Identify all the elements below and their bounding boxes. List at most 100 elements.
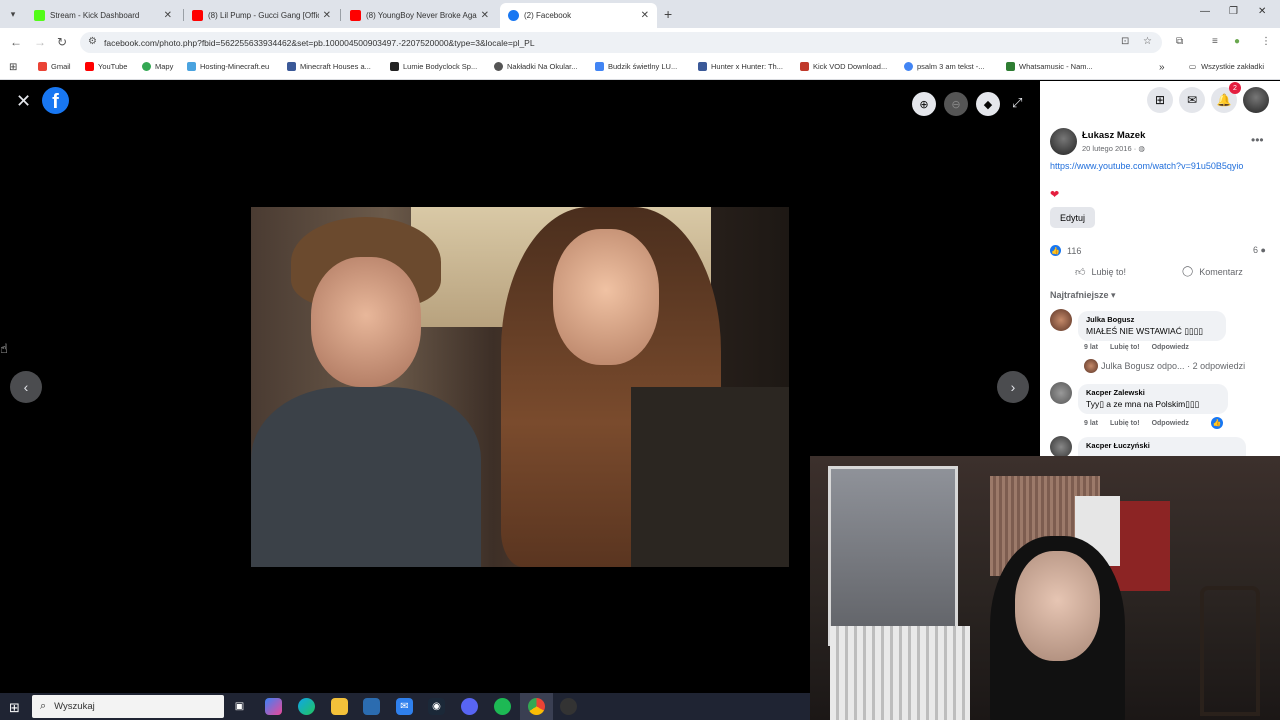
media-controls-icon[interactable]: ≡ <box>1212 36 1218 47</box>
facebook-logo-icon[interactable]: f <box>42 87 69 114</box>
browser-tab-bar: ▾ Stream - Kick Dashboard ✕ (8) Lil Pump… <box>0 0 1280 28</box>
more-bookmarks-icon[interactable]: » <box>1159 62 1165 73</box>
steam-icon[interactable]: ◉ <box>428 698 445 715</box>
thumbs-up-icon: 👍︎ <box>1075 267 1086 278</box>
commenter-avatar[interactable] <box>1050 436 1072 458</box>
facebook-favicon-icon <box>508 10 519 21</box>
reload-icon[interactable]: ↻ <box>57 35 67 49</box>
discord-icon[interactable] <box>461 698 478 715</box>
store-icon[interactable] <box>363 698 380 715</box>
heart-icon: ❤ <box>1050 189 1060 201</box>
next-photo-icon[interactable]: › <box>997 371 1029 403</box>
bookmark-budzik[interactable]: Budzik świetlny LU... <box>595 62 677 71</box>
comment-sort-dropdown[interactable]: Najtrafniejsze ▾ <box>1050 290 1116 301</box>
url-field[interactable]: ⚙ facebook.com/photo.php?fbid=5622556339… <box>80 32 1162 53</box>
task-view-icon[interactable]: ▣ <box>231 698 248 715</box>
previous-photo-icon[interactable]: ‹ <box>10 371 42 403</box>
comment-button[interactable]: ◯ Komentarz <box>1182 266 1243 277</box>
reactions-summary[interactable]: 👍 116 <box>1050 245 1081 256</box>
comment-bubble-icon: ● <box>1260 245 1266 255</box>
zoom-in-icon[interactable]: ⊕ <box>912 92 936 116</box>
bookmark-minecraft-houses[interactable]: Minecraft Houses a... <box>287 62 371 71</box>
all-bookmarks[interactable]: ▭ Wszystkie zakładki <box>1189 62 1264 71</box>
commenter-avatar[interactable] <box>1050 309 1072 331</box>
bookmark-gmail[interactable]: Gmail <box>38 62 71 71</box>
bookmark-psalm[interactable]: psalm 3 am tekst -... <box>904 62 985 71</box>
minimize-icon[interactable]: — <box>1200 6 1210 17</box>
tab-search-icon[interactable]: ▾ <box>4 5 22 23</box>
bookmark-nakladki[interactable]: Nakładki Na Okular... <box>494 62 577 71</box>
bookmark-youtube[interactable]: YouTube <box>85 62 127 71</box>
site-info-icon[interactable]: ⚙ <box>88 36 97 47</box>
close-tab-icon[interactable]: ✕ <box>164 10 172 21</box>
chrome-icon[interactable] <box>528 698 545 715</box>
comment-count[interactable]: 6 ● <box>1253 245 1266 255</box>
tab-facebook[interactable]: (2) Facebook ✕ <box>500 3 657 28</box>
youtube-favicon-icon <box>350 10 361 21</box>
comment-meta: 9 lat Lubię to! Odpowiedz <box>1084 344 1189 351</box>
notification-count-badge: 2 <box>1229 82 1241 94</box>
obs-icon[interactable] <box>560 698 577 715</box>
tag-icon[interactable]: ◆ <box>976 92 1000 116</box>
apps-grid-icon[interactable]: ⊞ <box>9 62 17 73</box>
tab-youngboy[interactable]: (8) YoungBoy Never Broke Aga ✕ <box>342 3 497 28</box>
youtube-favicon-icon <box>192 10 203 21</box>
mail-icon[interactable]: ✉ <box>396 698 413 715</box>
reply-avatar <box>1084 359 1098 373</box>
chevron-down-icon: ▾ <box>1111 290 1116 300</box>
account-avatar[interactable] <box>1243 87 1269 113</box>
post-photo[interactable] <box>251 207 789 567</box>
chrome-menu-icon[interactable]: ⋮ <box>1261 36 1271 47</box>
tab-kick-dashboard[interactable]: Stream - Kick Dashboard ✕ <box>26 3 180 28</box>
bookmarks-bar: ⊞ Gmail YouTube Mapy Hosting-Minecraft.e… <box>0 56 1280 80</box>
bookmark-whatsamusic[interactable]: Whatsamusic - Nam... <box>1006 62 1093 71</box>
edit-button[interactable]: Edytuj <box>1050 207 1095 228</box>
like-reaction-icon: 👍 <box>1050 245 1061 256</box>
bookmark-mapy[interactable]: Mapy <box>142 62 173 71</box>
close-tab-icon[interactable]: ✕ <box>641 10 649 21</box>
mouse-cursor-icon: ☝ <box>0 341 8 356</box>
extensions-icon[interactable]: ⧉ <box>1176 36 1183 47</box>
author-avatar[interactable] <box>1050 128 1077 155</box>
windows-start-icon[interactable]: ⊞ <box>9 700 20 716</box>
forward-icon[interactable]: → <box>34 35 46 49</box>
restore-icon[interactable]: ❐ <box>1229 6 1238 17</box>
close-tab-icon[interactable]: ✕ <box>481 10 489 21</box>
back-icon[interactable]: ← <box>10 35 22 49</box>
post-link[interactable]: https://www.youtube.com/watch?v=91u50B5q… <box>1050 160 1250 173</box>
bookmark-lumie[interactable]: Lumie Bodyclock Sp... <box>390 62 477 71</box>
edge-icon[interactable] <box>298 698 315 715</box>
address-bar-row: ← → ↻ ⚙ facebook.com/photo.php?fbid=5622… <box>0 28 1280 56</box>
copilot-icon[interactable] <box>265 698 282 715</box>
taskbar-search[interactable]: ⌕ Wyszukaj <box>32 695 224 718</box>
view-replies-link[interactable]: Julka Bogusz odpo... · 2 odpowiedzi <box>1101 361 1245 371</box>
comment-bubble: Kacper Łuczyński <box>1078 437 1246 456</box>
like-reaction-icon: 👍 <box>1211 417 1223 429</box>
spotify-icon[interactable] <box>494 698 511 715</box>
bookmark-star-icon[interactable]: ☆ <box>1143 36 1152 47</box>
folder-icon: ▭ <box>1189 62 1197 71</box>
close-window-icon[interactable]: ✕ <box>1258 6 1266 17</box>
webcam-overlay <box>810 456 1280 720</box>
close-tab-icon[interactable]: ✕ <box>323 10 331 21</box>
globe-icon: ◍ <box>1138 144 1145 153</box>
bookmark-hosting-minecraft[interactable]: Hosting-Minecraft.eu <box>187 62 269 71</box>
menu-grid-icon[interactable]: ⊞ <box>1147 87 1173 113</box>
messenger-icon[interactable]: ✉ <box>1179 87 1205 113</box>
close-viewer-icon[interactable]: ✕ <box>16 91 31 112</box>
zoom-out-icon[interactable]: ⊖ <box>944 92 968 116</box>
like-button[interactable]: 👍︎ Lubię to! <box>1075 266 1126 278</box>
fullscreen-icon[interactable]: ⤢ <box>1012 95 1022 111</box>
post-date[interactable]: 20 lutego 2016 · ◍ <box>1082 144 1145 153</box>
file-explorer-icon[interactable] <box>331 698 348 715</box>
more-options-icon[interactable]: ••• <box>1251 133 1264 147</box>
comment-bubble: Julka Bogusz MIAŁEŚ NIE WSTAWIAĆ ▯▯▯▯ <box>1078 311 1226 341</box>
post-author[interactable]: Łukasz Mazek <box>1082 130 1145 141</box>
install-app-icon[interactable]: ⊡ <box>1121 36 1129 47</box>
bookmark-hunter[interactable]: Hunter x Hunter: Th... <box>698 62 783 71</box>
tab-lil-pump[interactable]: (8) Lil Pump - Gucci Gang [Offic ✕ <box>184 3 339 28</box>
profile-icon[interactable]: ● <box>1234 36 1240 47</box>
new-tab-icon[interactable]: + <box>664 6 672 22</box>
bookmark-kick-vod[interactable]: Kick VOD Download... <box>800 62 887 71</box>
commenter-avatar[interactable] <box>1050 382 1072 404</box>
